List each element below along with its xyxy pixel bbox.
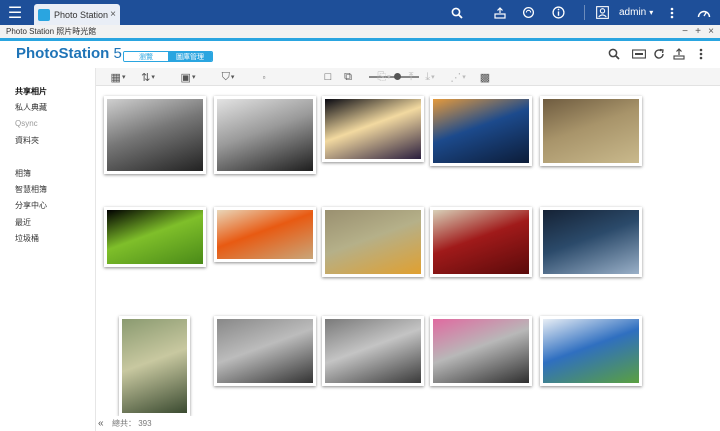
sidebar-item-shared-photos[interactable]: 共享相片 — [15, 86, 47, 97]
photo-thumbnail[interactable] — [540, 316, 642, 386]
filter-icon[interactable]: ⛉ ▾ — [218, 69, 238, 85]
sidebar-item-smart-albums[interactable]: 智慧相簿 — [15, 184, 47, 195]
dashboard-icon[interactable] — [692, 0, 716, 25]
photo-thumbnail[interactable] — [214, 96, 316, 174]
photo-thumbnail[interactable] — [540, 96, 642, 166]
photo-thumbnail[interactable] — [430, 207, 532, 277]
window-title-bar: Photo Station 照片時光館 — [0, 25, 720, 38]
download-icon[interactable]: ⤓ ▾ — [422, 69, 438, 85]
main-menu-icon[interactable]: ☰ — [0, 0, 30, 25]
search-icon[interactable] — [605, 45, 623, 63]
total-value: 393 — [138, 419, 152, 428]
manage-mode-button[interactable]: 圖庫管理 — [168, 52, 212, 61]
system-bar-divider — [584, 5, 585, 20]
collapse-sidebar-icon[interactable]: « — [98, 418, 110, 429]
brand-logo: PhotoStation 5 — [16, 45, 122, 62]
sync-status-icon[interactable] — [516, 0, 540, 25]
photo-thumbnail[interactable] — [430, 316, 532, 386]
browse-mode-button[interactable]: 瀏覽 — [124, 52, 168, 61]
slideshow-icon[interactable] — [630, 45, 648, 63]
more-options-icon[interactable] — [692, 45, 710, 63]
photo-thumbnail[interactable] — [104, 207, 206, 267]
sort-icon[interactable]: ⇅ ▾ — [138, 69, 158, 85]
total-label: 總共： — [112, 419, 136, 428]
photo-thumbnail[interactable] — [322, 96, 424, 162]
app-header: PhotoStation 5 瀏覽 圖庫管理 — [0, 41, 720, 68]
view-toolbar: ▦ ▾ ⇅ ▾ ▣ ▾ ⛉ ▾ ▫ □ ⧉ ⎘ ▾ ⤒ ⤓ ▾ ⋰ ▾ ▩ — [96, 68, 720, 86]
user-avatar-icon[interactable] — [590, 0, 614, 25]
brand-name: PhotoStation — [16, 45, 110, 62]
qr-code-icon[interactable]: ▩ — [478, 69, 492, 85]
sidebar-item-recent[interactable]: 最近 — [15, 217, 31, 228]
photo-station-app-icon — [38, 8, 50, 21]
photo-thumbnail[interactable] — [322, 207, 424, 277]
sidebar-item-qsync[interactable]: Qsync — [15, 119, 38, 128]
zoom-slider-handle[interactable] — [393, 73, 401, 80]
chevron-down-icon: ▾ — [649, 8, 654, 17]
mode-switch: 瀏覽 圖庫管理 — [123, 51, 213, 62]
minimize-icon[interactable]: − — [679, 25, 691, 38]
photo-thumbnail[interactable] — [540, 207, 642, 277]
small-thumbnail-icon: ▫ — [262, 72, 266, 82]
share-icon[interactable]: ⋰ ▾ — [450, 69, 466, 85]
photo-thumbnail[interactable] — [214, 207, 316, 262]
view-mode-icon[interactable]: ▦ ▾ — [108, 69, 128, 85]
app-tab-label: Photo Station ... — [54, 9, 109, 20]
sidebar-item-share-center[interactable]: 分享中心 — [15, 200, 47, 211]
maximize-icon[interactable]: + — [692, 25, 704, 38]
photo-grid — [96, 86, 720, 416]
info-icon[interactable] — [546, 0, 570, 25]
upload-to-top-icon[interactable]: ⤒ — [404, 69, 418, 85]
photo-thumbnail[interactable] — [104, 96, 206, 174]
upload-icon[interactable] — [670, 45, 688, 63]
timeline-icon[interactable]: ▣ ▾ — [178, 69, 198, 85]
status-footer: « 總共： 393 — [96, 416, 720, 431]
sidebar-item-trash[interactable]: 垃圾桶 — [15, 233, 39, 244]
search-icon[interactable] — [445, 0, 469, 25]
app-tab-photo-station[interactable]: Photo Station ... × — [34, 4, 120, 25]
user-menu[interactable]: admin ▾ — [619, 0, 653, 25]
photo-thumbnail[interactable] — [119, 316, 190, 416]
brand-version: 5 — [109, 45, 122, 62]
close-window-icon[interactable]: × — [705, 25, 717, 38]
total-count: 總共： 393 — [112, 418, 152, 429]
select-all-icon[interactable]: ⧉ — [341, 69, 355, 85]
refresh-icon[interactable] — [650, 45, 668, 63]
more-options-icon[interactable] — [660, 0, 684, 25]
background-task-icon[interactable] — [488, 0, 512, 25]
copy-icon[interactable]: ⎘ ▾ — [376, 69, 392, 85]
sidebar-item-albums[interactable]: 相簿 — [15, 168, 31, 179]
user-name: admin — [619, 7, 647, 18]
photo-thumbnail[interactable] — [430, 96, 532, 166]
sidebar: 共享相片 私人典藏 Qsync 資料夾 相簿 智慧相簿 分享中心 最近 垃圾桶 — [0, 68, 96, 431]
sidebar-item-private-collection[interactable]: 私人典藏 — [15, 102, 47, 113]
photo-thumbnail[interactable] — [322, 316, 424, 386]
window-title: Photo Station 照片時光館 — [6, 27, 97, 36]
photo-thumbnail[interactable] — [214, 316, 316, 386]
sidebar-item-folders[interactable]: 資料夾 — [15, 135, 39, 146]
large-thumbnail-icon: □ — [324, 71, 332, 83]
close-tab-icon[interactable]: × — [110, 9, 116, 20]
